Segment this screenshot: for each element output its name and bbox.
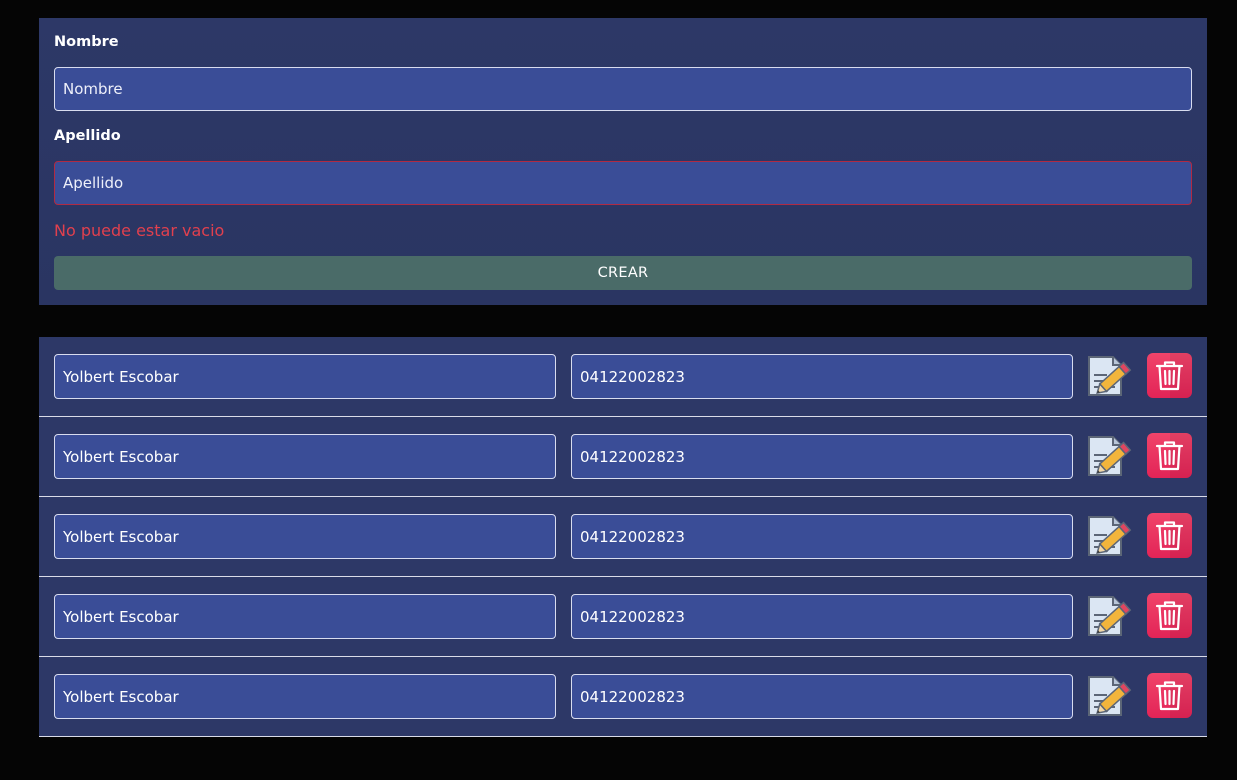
apellido-label: Apellido xyxy=(54,128,121,144)
edit-icon xyxy=(1088,516,1132,556)
contact-form: Nombre Apellido No puede estar vacio CRE… xyxy=(39,18,1207,305)
edit-icon xyxy=(1088,676,1132,716)
edit-button[interactable] xyxy=(1085,591,1133,639)
delete-button[interactable] xyxy=(1147,593,1192,638)
edit-button[interactable] xyxy=(1085,511,1133,559)
nombre-label: Nombre xyxy=(54,34,119,50)
contact-phone-input[interactable] xyxy=(571,594,1073,639)
nombre-input[interactable] xyxy=(54,67,1192,111)
edit-button[interactable] xyxy=(1085,431,1133,479)
delete-button[interactable] xyxy=(1147,513,1192,558)
trash-icon xyxy=(1155,361,1184,391)
edit-icon xyxy=(1088,596,1132,636)
delete-button[interactable] xyxy=(1147,433,1192,478)
contact-list xyxy=(39,337,1207,737)
contact-row xyxy=(39,417,1207,497)
contact-phone-input[interactable] xyxy=(571,514,1073,559)
create-button[interactable]: CREAR xyxy=(54,256,1192,290)
trash-icon xyxy=(1155,601,1184,631)
contact-row xyxy=(39,577,1207,657)
contact-row xyxy=(39,657,1207,737)
edit-icon xyxy=(1088,436,1132,476)
edit-icon xyxy=(1088,356,1132,396)
apellido-error-message: No puede estar vacio xyxy=(54,221,225,240)
contact-phone-input[interactable] xyxy=(571,354,1073,399)
contact-row xyxy=(39,497,1207,577)
contact-name-input[interactable] xyxy=(54,354,556,399)
trash-icon xyxy=(1155,681,1184,711)
edit-button[interactable] xyxy=(1085,671,1133,719)
contact-row xyxy=(39,337,1207,417)
contact-name-input[interactable] xyxy=(54,514,556,559)
contact-phone-input[interactable] xyxy=(571,434,1073,479)
contact-name-input[interactable] xyxy=(54,594,556,639)
contact-name-input[interactable] xyxy=(54,434,556,479)
contact-phone-input[interactable] xyxy=(571,674,1073,719)
delete-button[interactable] xyxy=(1147,673,1192,718)
delete-button[interactable] xyxy=(1147,353,1192,398)
edit-button[interactable] xyxy=(1085,351,1133,399)
trash-icon xyxy=(1155,521,1184,551)
trash-icon xyxy=(1155,441,1184,471)
apellido-input[interactable] xyxy=(54,161,1192,205)
contact-name-input[interactable] xyxy=(54,674,556,719)
